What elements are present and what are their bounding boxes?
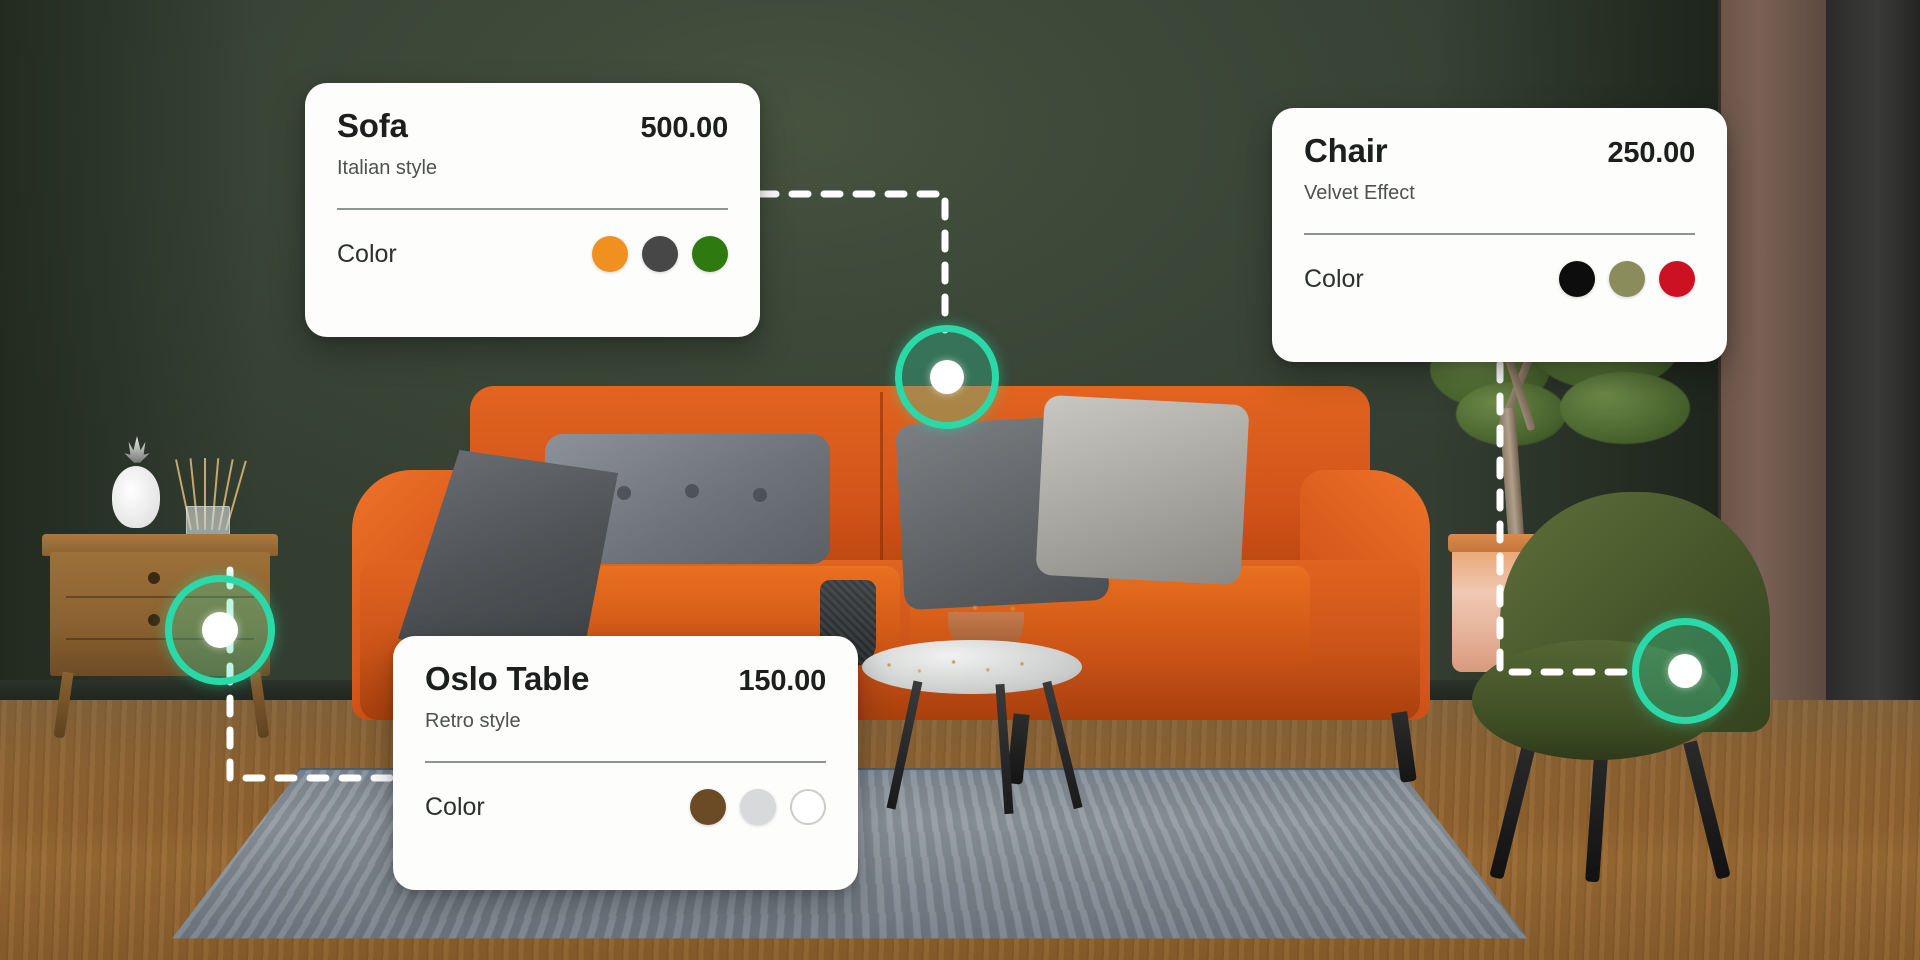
product-title: Chair [1304,132,1388,169]
room-scene: Sofa 500.00 Italian style Color Chair 25… [0,0,1920,960]
color-swatch-group [690,789,826,825]
glass-vase [186,506,230,536]
hotspot-marker-chair[interactable] [1632,618,1738,724]
card-footer: Color [425,789,826,825]
card-footer: Color [337,236,728,272]
product-title: Oslo Table [425,660,590,697]
card-footer: Color [1304,261,1695,297]
product-price: 150.00 [738,665,827,697]
color-swatch-sage[interactable] [1609,261,1645,297]
color-swatch-brown[interactable] [690,789,726,825]
product-subtitle: Retro style [425,710,521,732]
product-card-sofa[interactable]: Sofa 500.00 Italian style Color [305,83,760,337]
color-swatch-black[interactable] [1559,261,1595,297]
hotspot-marker-table[interactable] [165,575,275,685]
product-subtitle: Velvet Effect [1304,182,1415,204]
card-header: Sofa 500.00 [337,107,729,145]
color-swatch-charcoal[interactable] [642,236,678,272]
color-swatch-orange[interactable] [592,236,628,272]
product-price: 250.00 [1607,137,1696,169]
spilled-nuts [870,650,1060,680]
product-card-oslo-table[interactable]: Oslo Table 150.00 Retro style Color [393,636,858,890]
card-divider [425,761,826,763]
product-title: Sofa [337,107,408,144]
hotspot-dot-icon [1668,654,1702,688]
card-divider [337,208,728,210]
color-label: Color [337,239,397,268]
hotspot-dot-icon [930,360,964,394]
pillow-beige-right [1035,394,1250,586]
plant-foliage [1560,372,1690,444]
color-swatch-crimson[interactable] [1659,261,1695,297]
product-card-chair[interactable]: Chair 250.00 Velvet Effect Color [1272,108,1727,362]
color-label: Color [425,792,485,821]
card-header: Chair 250.00 [1304,132,1696,170]
hotspot-marker-sofa[interactable] [895,325,999,429]
color-swatch-group [1559,261,1695,297]
card-header: Oslo Table 150.00 [425,660,827,698]
pineapple-ornament [112,466,160,528]
color-label: Color [1304,264,1364,293]
color-swatch-group [592,236,728,272]
color-swatch-green[interactable] [692,236,728,272]
product-subtitle: Italian style [337,157,438,179]
color-swatch-light-gray[interactable] [740,789,776,825]
hotspot-dot-icon [202,612,238,648]
card-divider [1304,233,1695,235]
color-swatch-white[interactable] [790,789,826,825]
product-price: 500.00 [640,112,729,144]
sofa-back-seam [880,392,883,582]
